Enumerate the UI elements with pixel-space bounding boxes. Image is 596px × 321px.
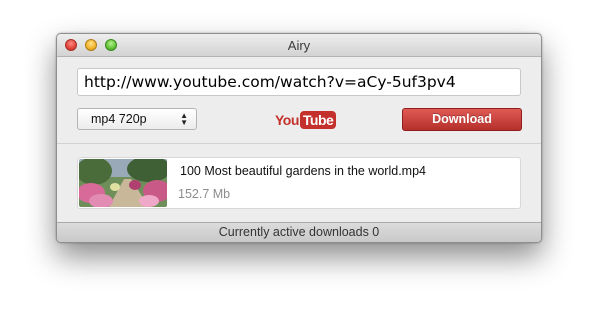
window-title: Airy	[287, 38, 311, 53]
youtube-logo-tube: Tube	[299, 111, 337, 129]
youtube-logo: You Tube	[275, 111, 337, 129]
download-button[interactable]: Download	[402, 108, 522, 131]
file-name: 100 Most beautiful gardens in the world.…	[180, 164, 426, 178]
url-input[interactable]: http://www.youtube.com/watch?v=aCy-5uf3p…	[77, 68, 521, 96]
title-bar[interactable]: Airy	[57, 34, 541, 57]
format-select-value: mp4 720p	[91, 112, 147, 126]
status-bar: Currently active downloads 0	[57, 222, 541, 242]
divider	[57, 143, 541, 144]
file-size: 152.7 Mb	[178, 187, 231, 201]
youtube-logo-you: You	[275, 112, 299, 128]
format-select[interactable]: mp4 720p ▲ ▼	[77, 108, 197, 130]
download-list-item[interactable]: 100 Most beautiful gardens in the world.…	[77, 157, 521, 209]
status-text: Currently active downloads 0	[218, 225, 380, 239]
app-window: Airy http://www.youtube.com/watch?v=aCy-…	[56, 33, 542, 243]
select-arrows-icon: ▲ ▼	[180, 111, 188, 127]
video-thumbnail	[79, 159, 167, 207]
